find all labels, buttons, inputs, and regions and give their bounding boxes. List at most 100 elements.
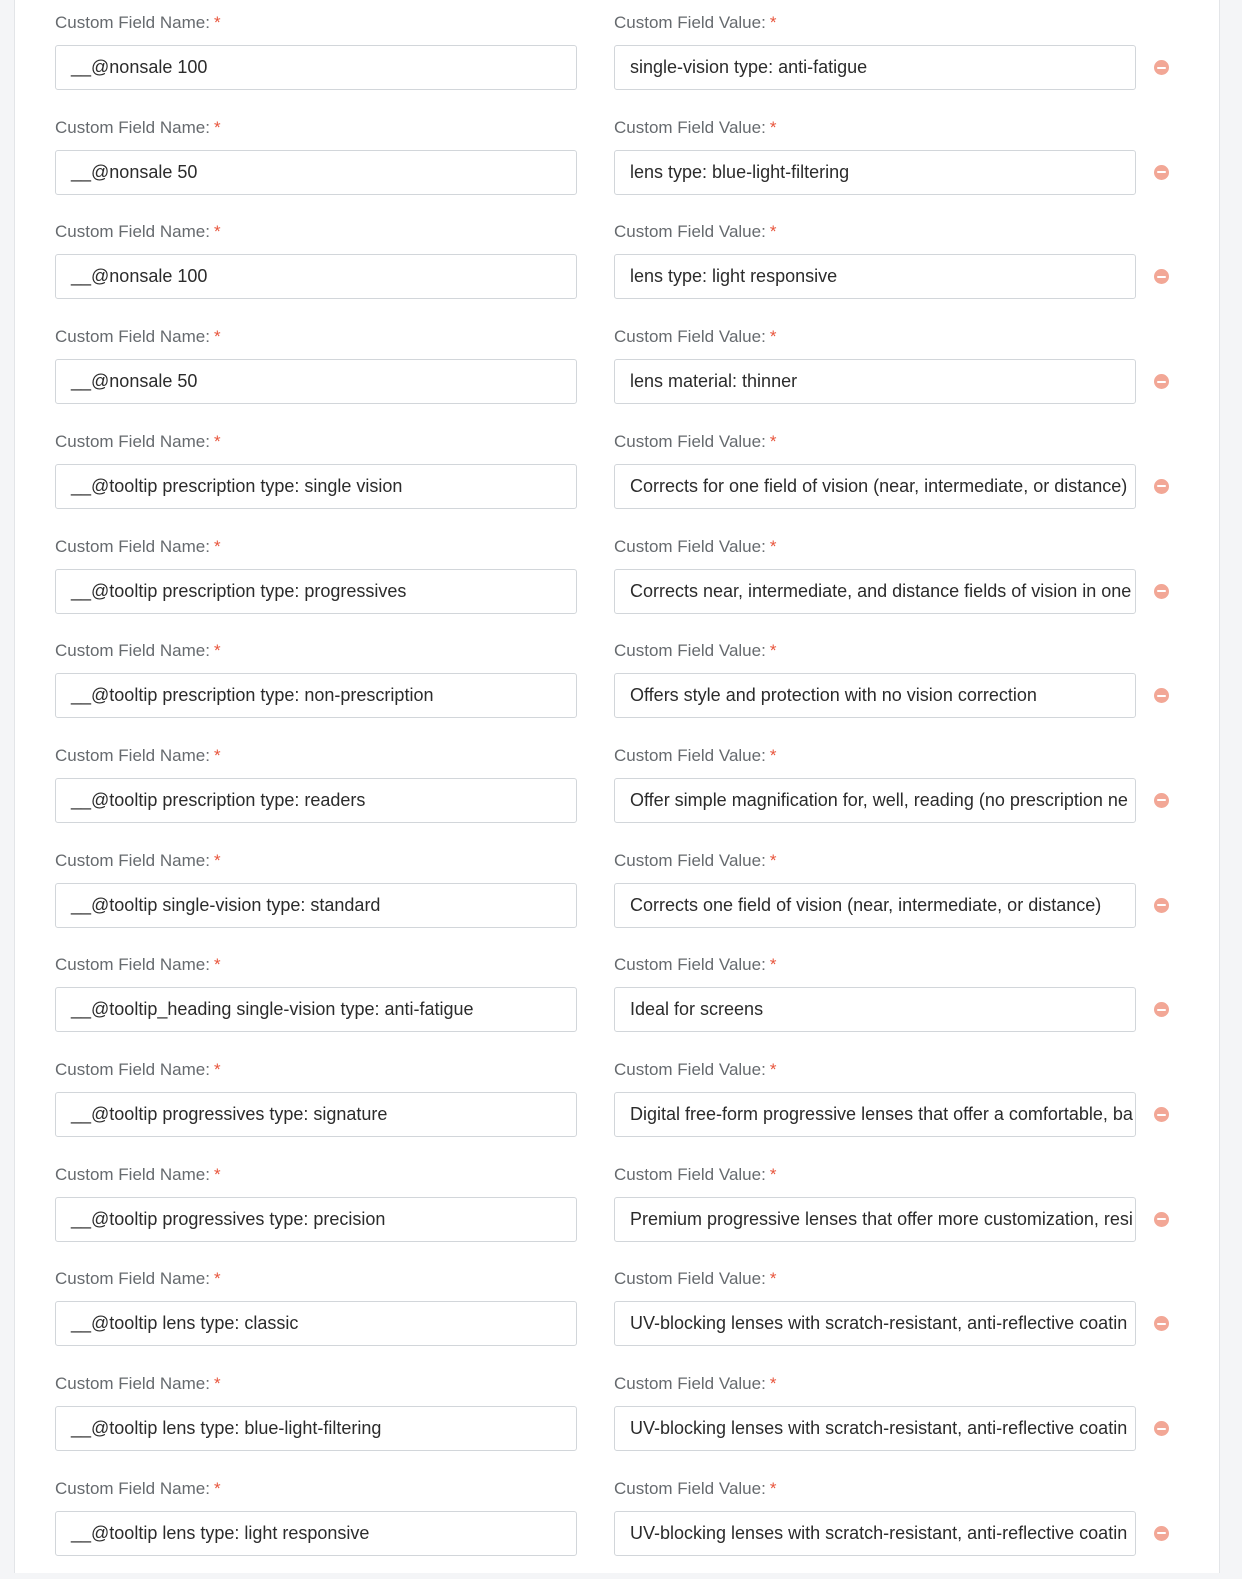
- custom-field-name-input[interactable]: __@tooltip prescription type: non-prescr…: [55, 673, 577, 719]
- minus-circle-icon[interactable]: [1154, 1421, 1169, 1437]
- minus-circle-icon[interactable]: [1154, 1316, 1169, 1332]
- minus-circle-icon[interactable]: [1154, 583, 1169, 599]
- custom-field-value-label: Custom Field Value: *: [614, 1056, 776, 1084]
- custom-field-value-label: Custom Field Value: *: [614, 218, 776, 246]
- custom-field-name-label-text: Custom Field Name:: [55, 641, 210, 661]
- custom-field-name-input[interactable]: __@tooltip single-vision type: standard: [55, 882, 577, 928]
- custom-field-name-label: Custom Field Name: *: [55, 9, 221, 37]
- required-asterisk: *: [769, 431, 777, 451]
- custom-field-name-input[interactable]: __@tooltip progressives type: precision: [55, 1196, 577, 1242]
- custom-field-value-label-text: Custom Field Value:: [614, 850, 766, 870]
- minus-circle-icon[interactable]: [1154, 164, 1169, 180]
- custom-field-name-input[interactable]: __@tooltip lens type: blue-light-filteri…: [55, 1406, 577, 1452]
- custom-field-value-label-text: Custom Field Value:: [614, 1374, 766, 1394]
- minus-circle-icon[interactable]: [1154, 688, 1169, 704]
- custom-field-name-input[interactable]: __@nonsale 50: [55, 359, 577, 405]
- custom-field-row: Custom Field Name: * __@tooltip single-vi…: [15, 847, 1219, 951]
- required-asterisk: *: [769, 1060, 777, 1079]
- minus-circle-icon[interactable]: [1154, 1525, 1169, 1541]
- custom-field-name-input[interactable]: __@tooltip prescription type: readers: [55, 777, 577, 823]
- custom-field-name-input[interactable]: __@tooltip lens type: classic: [55, 1301, 577, 1347]
- custom-field-name-label-text: Custom Field Name:: [55, 955, 210, 975]
- custom-field-value-input[interactable]: lens type: blue-light-filtering: [614, 149, 1136, 195]
- custom-field-row: Custom Field Name: * __@nonsale 50 Custom…: [15, 114, 1219, 218]
- minus-circle-icon[interactable]: [1154, 1211, 1169, 1227]
- custom-field-row: Custom Field Name: * __@tooltip_heading s…: [15, 951, 1219, 1055]
- custom-field-value-input[interactable]: UV-blocking lenses with scratch-resistan…: [614, 1301, 1136, 1347]
- minus-circle-icon[interactable]: [1154, 478, 1169, 494]
- custom-field-name-label: Custom Field Name: *: [55, 951, 221, 979]
- custom-field-name-label-text: Custom Field Name:: [55, 13, 210, 32]
- custom-field-name-label: Custom Field Name: *: [55, 1265, 221, 1293]
- custom-field-name-label: Custom Field Name: *: [55, 428, 221, 456]
- minus-circle-icon[interactable]: [1154, 374, 1169, 390]
- required-asterisk: *: [213, 1269, 221, 1289]
- custom-field-row: Custom Field Name: * __@nonsale 100 Custo…: [15, 218, 1219, 322]
- required-asterisk: *: [769, 327, 777, 347]
- required-asterisk: *: [213, 1164, 221, 1184]
- required-asterisk: *: [769, 1478, 777, 1498]
- custom-field-value-input[interactable]: UV-blocking lenses with scratch-resistan…: [614, 1406, 1136, 1452]
- custom-field-name-label-text: Custom Field Name:: [55, 117, 210, 137]
- required-asterisk: *: [213, 745, 221, 765]
- minus-circle-icon[interactable]: [1154, 897, 1169, 913]
- custom-field-name-input[interactable]: __@nonsale 100: [55, 254, 577, 300]
- custom-field-value-input[interactable]: Offer simple magnification for, well, re…: [614, 777, 1136, 823]
- custom-field-value-input[interactable]: single-vision type: anti-fatigue: [614, 45, 1136, 90]
- custom-field-name-input[interactable]: __@tooltip prescription type: single vis…: [55, 463, 577, 509]
- custom-field-value-label: Custom Field Value: *: [614, 742, 776, 770]
- required-asterisk: *: [213, 13, 221, 32]
- custom-field-value-label: Custom Field Value: *: [614, 1475, 776, 1503]
- custom-field-value-input[interactable]: lens material: thinner: [614, 359, 1136, 405]
- required-asterisk: *: [769, 117, 777, 137]
- custom-field-name-label: Custom Field Name: *: [55, 1370, 221, 1398]
- custom-field-row: Custom Field Name: * __@nonsale 50 Custom…: [15, 323, 1219, 427]
- custom-field-value-input[interactable]: Premium progressive lenses that offer mo…: [614, 1196, 1136, 1242]
- custom-field-name-label-text: Custom Field Name:: [55, 1269, 210, 1289]
- custom-field-name-label: Custom Field Name: *: [55, 637, 221, 665]
- custom-field-name-input[interactable]: __@tooltip lens type: light responsive: [55, 1510, 577, 1556]
- custom-field-name-label-text: Custom Field Name:: [55, 1060, 210, 1079]
- custom-field-name-label-text: Custom Field Name:: [55, 536, 210, 556]
- custom-field-value-input[interactable]: Corrects for one field of vision (near, …: [614, 463, 1136, 509]
- custom-fields-panel: Custom Field Name: * __@nonsale 100 Custo…: [14, 0, 1220, 1573]
- custom-field-row: Custom Field Name: * __@tooltip lens type…: [15, 1475, 1219, 1579]
- minus-circle-icon[interactable]: [1154, 1002, 1169, 1018]
- custom-field-name-input[interactable]: __@nonsale 50: [55, 149, 577, 195]
- custom-field-value-input[interactable]: lens type: light responsive: [614, 254, 1136, 300]
- custom-field-value-label-text: Custom Field Value:: [614, 745, 766, 765]
- minus-circle-icon[interactable]: [1154, 1107, 1169, 1122]
- custom-field-value-label: Custom Field Value: *: [614, 1370, 776, 1398]
- required-asterisk: *: [213, 955, 221, 975]
- custom-field-value-input[interactable]: UV-blocking lenses with scratch-resistan…: [614, 1510, 1136, 1556]
- required-asterisk: *: [213, 850, 221, 870]
- required-asterisk: *: [213, 536, 221, 556]
- custom-field-value-label-text: Custom Field Value:: [614, 1164, 766, 1184]
- custom-field-value-label-text: Custom Field Value:: [614, 117, 766, 137]
- custom-field-name-label-text: Custom Field Name:: [55, 850, 210, 870]
- custom-field-value-input[interactable]: Ideal for screens: [614, 987, 1136, 1033]
- minus-circle-icon[interactable]: [1154, 269, 1169, 285]
- custom-field-value-input[interactable]: Digital free-form progressive lenses tha…: [614, 1092, 1136, 1137]
- custom-field-value-label: Custom Field Value: *: [614, 847, 776, 875]
- custom-field-name-input[interactable]: __@tooltip_heading single-vision type: a…: [55, 987, 577, 1033]
- custom-field-value-label-text: Custom Field Value:: [614, 536, 766, 556]
- custom-field-row: Custom Field Name: * __@tooltip prescript…: [15, 742, 1219, 846]
- custom-field-value-label-text: Custom Field Value:: [614, 327, 766, 347]
- required-asterisk: *: [769, 1269, 777, 1289]
- minus-circle-icon[interactable]: [1154, 60, 1169, 75]
- required-asterisk: *: [213, 431, 221, 451]
- custom-field-value-input[interactable]: Corrects near, intermediate, and distanc…: [614, 568, 1136, 614]
- custom-field-row: Custom Field Name: * __@tooltip prescript…: [15, 428, 1219, 532]
- custom-field-row: Custom Field Name: * __@tooltip lens type…: [15, 1370, 1219, 1474]
- custom-field-value-input[interactable]: Offers style and protection with no visi…: [614, 673, 1136, 719]
- custom-field-name-input[interactable]: __@tooltip prescription type: progressiv…: [55, 568, 577, 614]
- required-asterisk: *: [213, 327, 221, 347]
- required-asterisk: *: [769, 745, 777, 765]
- custom-field-value-input[interactable]: Corrects one field of vision (near, inte…: [614, 882, 1136, 928]
- custom-field-name-input[interactable]: __@tooltip progressives type: signature: [55, 1092, 577, 1137]
- custom-field-name-input[interactable]: __@nonsale 100: [55, 45, 577, 90]
- custom-field-value-label: Custom Field Value: *: [614, 1161, 776, 1189]
- custom-field-value-label-text: Custom Field Value:: [614, 13, 766, 32]
- minus-circle-icon[interactable]: [1154, 792, 1169, 808]
